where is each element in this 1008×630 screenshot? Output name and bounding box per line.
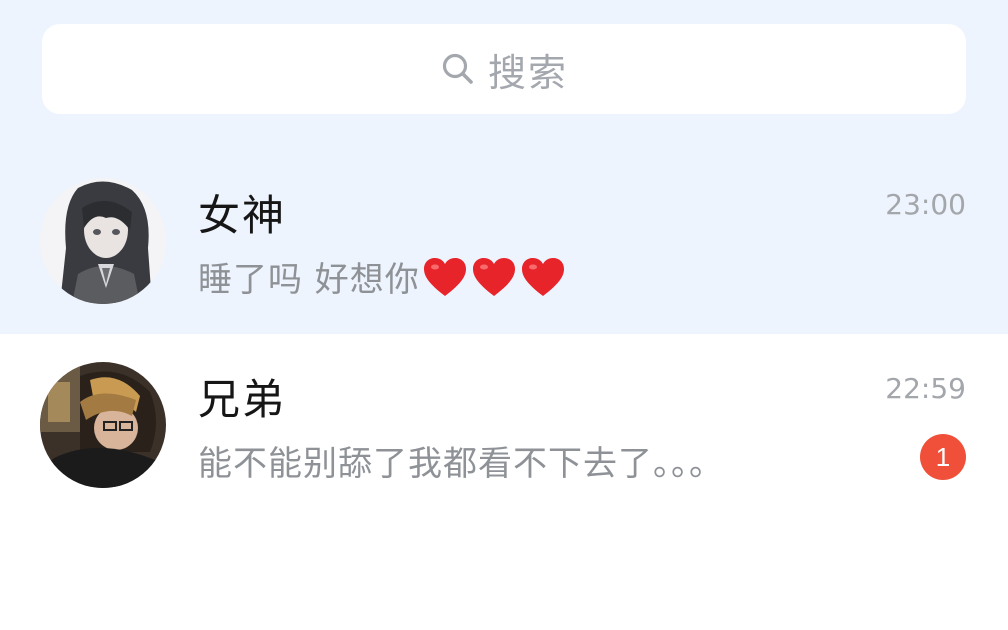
chat-preview: 能不能别舔了我都看不下去了。。。 — [198, 436, 724, 485]
unread-badge: 1 — [920, 434, 966, 480]
red-heart-icon — [521, 257, 564, 296]
red-heart-icon — [423, 257, 466, 296]
chat-preview-text: 能不能别舔了我都看不下去了。。。 — [198, 444, 724, 484]
chat-name: 兄弟 — [198, 375, 287, 424]
avatar[interactable] — [40, 362, 166, 488]
chat-time: 22:59 — [885, 372, 966, 405]
search-label: 搜索 — [487, 50, 568, 95]
avatar[interactable] — [40, 178, 166, 304]
chat-name: 女神 — [198, 191, 287, 240]
search-bar[interactable]: 搜索 — [42, 24, 966, 114]
chat-item-brother[interactable]: 兄弟 22:59 能不能别舔了我都看不下去了。。。 1 — [0, 350, 1008, 500]
chat-preview-text: 睡了吗 好想你 — [198, 260, 420, 300]
chat-item-goddess[interactable]: 女神 23:00 睡了吗 好想你 — [0, 166, 1008, 316]
anime-girl-avatar-icon — [40, 178, 166, 304]
photo-avatar-icon — [40, 362, 166, 488]
chat-preview: 睡了吗 好想你 — [198, 252, 569, 301]
red-heart-icon — [472, 257, 515, 296]
search-icon — [442, 53, 473, 84]
heart-emoji-group — [422, 256, 569, 298]
chat-time: 23:00 — [885, 188, 966, 221]
